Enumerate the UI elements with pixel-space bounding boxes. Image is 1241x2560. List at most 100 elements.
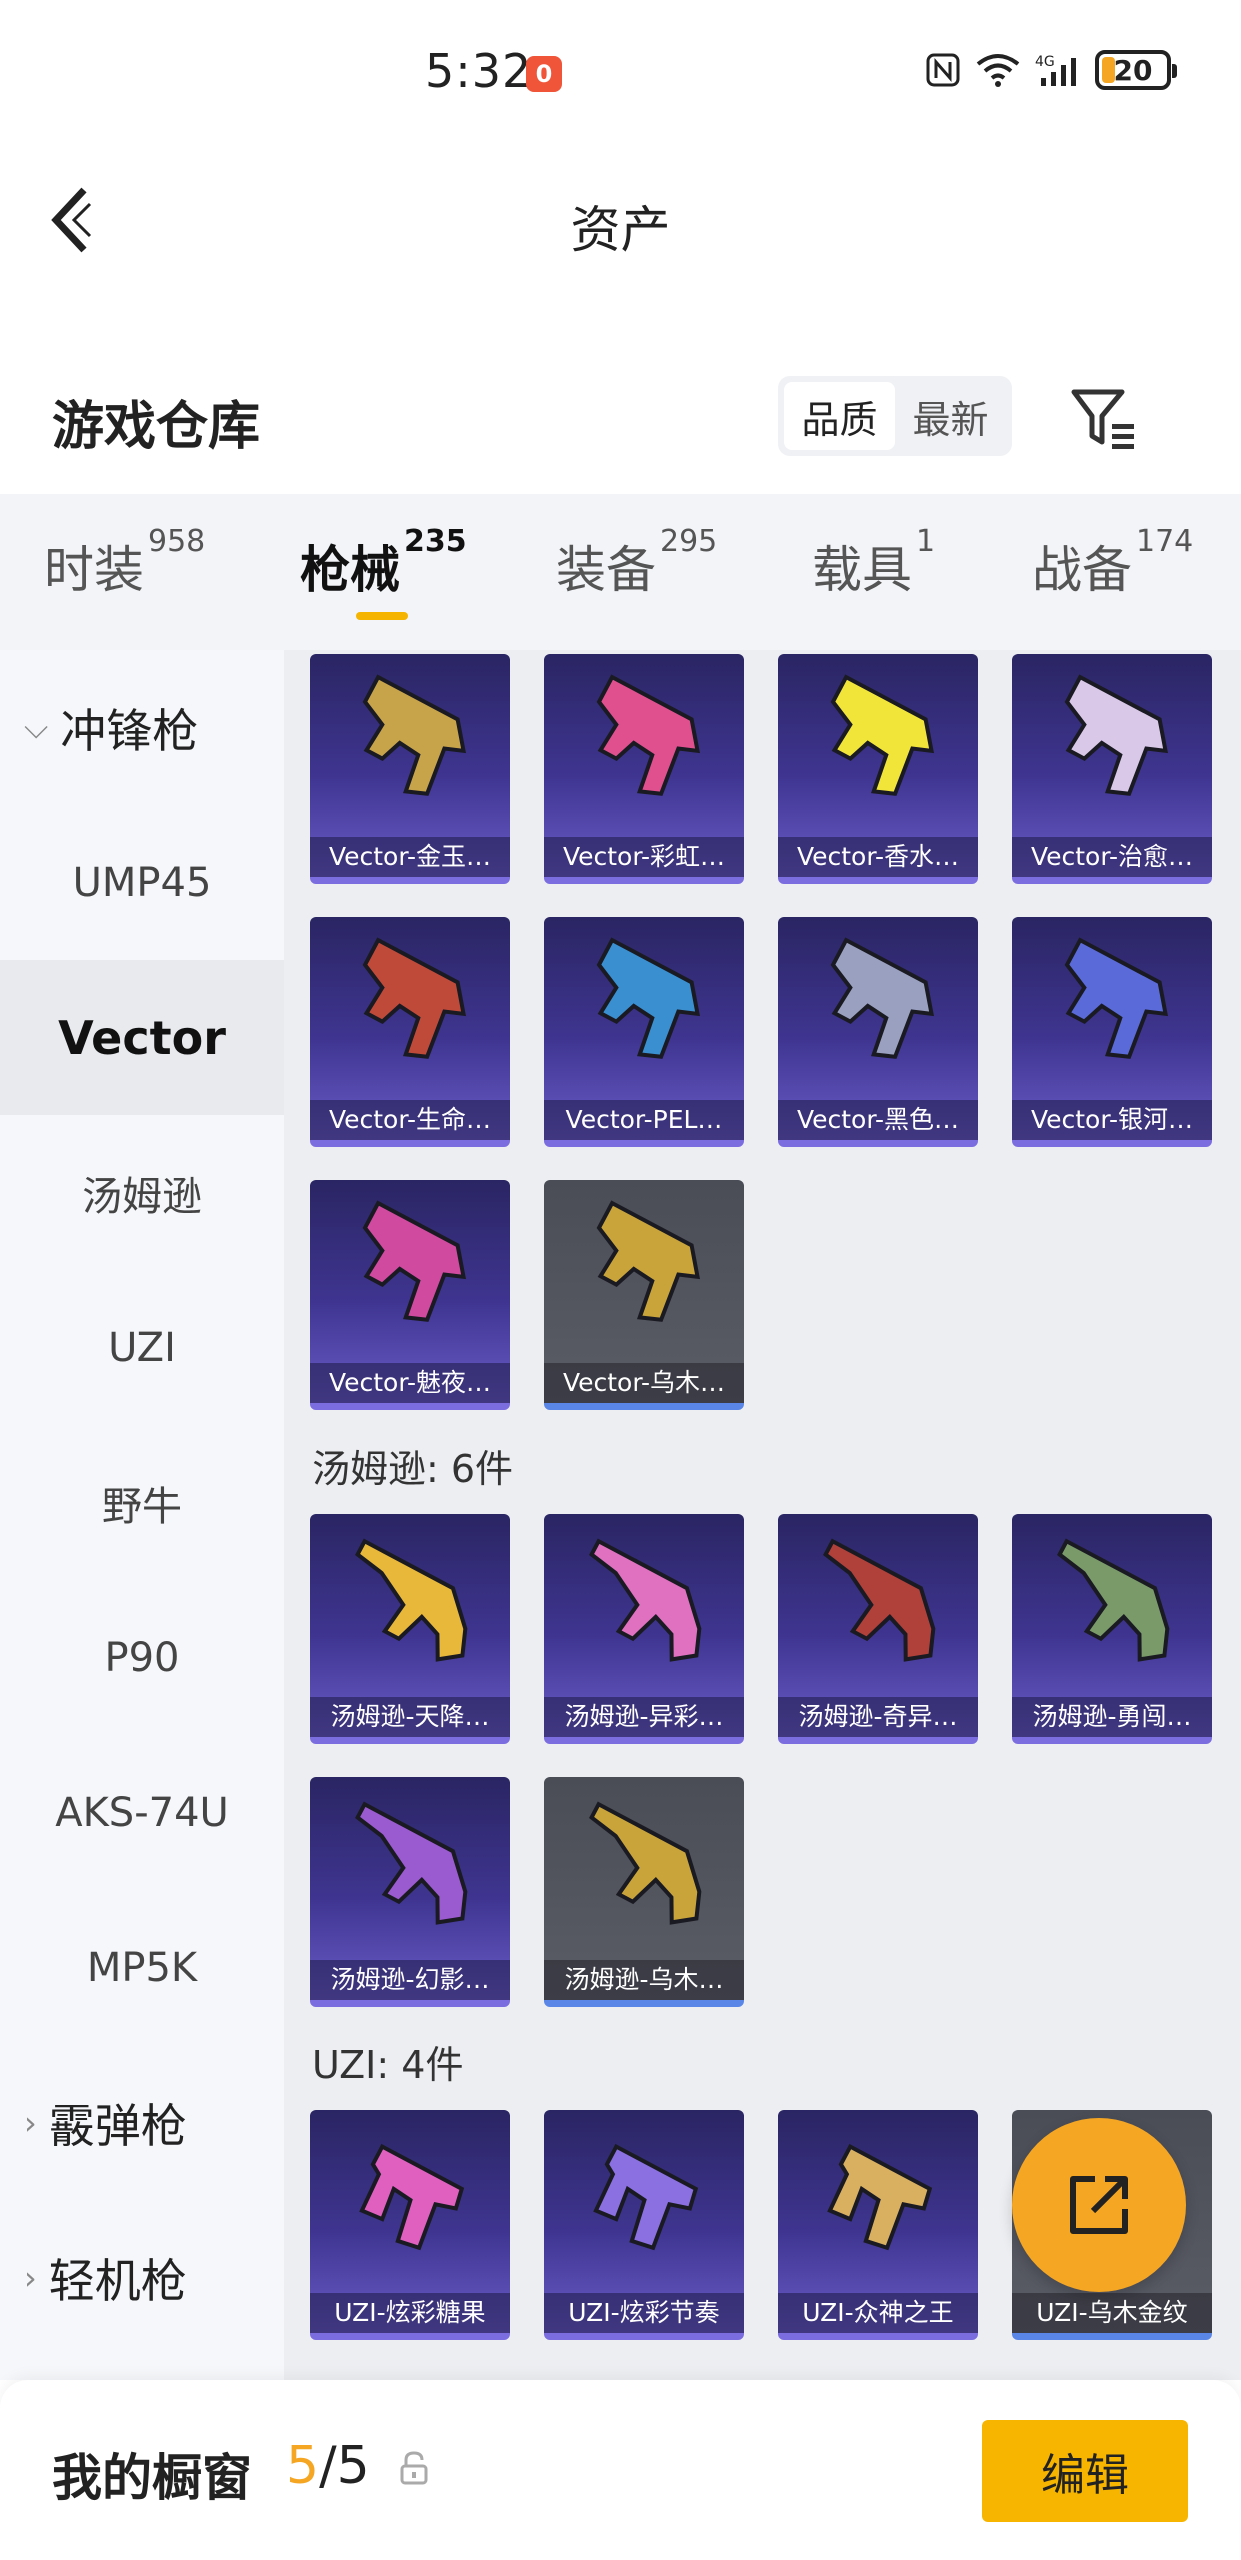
item-card-label: Vector-金玉…: [310, 837, 510, 877]
sidebar-item-mp5k[interactable]: MP5K: [0, 1890, 284, 2045]
sidebar-group-smg[interactable]: ⌵ 冲锋枪: [0, 650, 284, 805]
lock-icon[interactable]: [398, 2450, 430, 2486]
sort-option-quality[interactable]: 品质: [784, 382, 895, 450]
page-title: 资产: [570, 201, 671, 259]
showcase-count-total: 5: [336, 2436, 370, 2496]
item-card[interactable]: 汤姆逊-天降…: [310, 1514, 510, 1744]
filter-button[interactable]: [1068, 384, 1138, 454]
notification-badge: 0: [526, 56, 562, 92]
weapon-skin-image: [596, 937, 701, 1059]
item-card-label: 汤姆逊-天降…: [310, 1697, 510, 1737]
tab-supplies[interactable]: 战备 174: [1032, 524, 1193, 602]
item-card[interactable]: Vector-PEL…: [544, 917, 744, 1147]
app-header: 资产: [0, 140, 1241, 300]
item-card[interactable]: 汤姆逊-幻影…: [310, 1777, 510, 2007]
sidebar-item-thompson[interactable]: 汤姆逊: [0, 1115, 284, 1270]
weapon-skin-image: [362, 937, 467, 1059]
weapon-skin-image: [596, 674, 701, 796]
nfc-icon: [926, 53, 960, 87]
item-card[interactable]: Vector-金玉…: [310, 654, 510, 884]
showcase-count-sep: /: [319, 2436, 337, 2496]
sidebar-group-label: 轻机枪: [48, 2253, 187, 2308]
showcase-count: 5/5: [286, 2436, 370, 2496]
sidebar-group-shotgun[interactable]: › 霰弹枪: [0, 2045, 284, 2200]
signal-icon: 4G: [1035, 54, 1076, 86]
item-card-label: Vector-香水…: [778, 837, 978, 877]
weapon-skin-image: [362, 674, 467, 796]
tab-costume[interactable]: 时装 958: [44, 524, 205, 602]
tab-label: 载具: [812, 541, 912, 599]
warehouse-title: 游戏仓库: [52, 397, 261, 457]
item-card[interactable]: UZI-众神之王: [778, 2110, 978, 2340]
item-card[interactable]: Vector-彩虹…: [544, 654, 744, 884]
chevron-down-icon: ⌵: [24, 708, 49, 746]
item-card-label: Vector-生命…: [310, 1100, 510, 1140]
item-card-label: 汤姆逊-幻影…: [310, 1960, 510, 2000]
weapon-skin-image: [589, 1801, 702, 1925]
item-card[interactable]: 汤姆逊-勇闯…: [1012, 1514, 1212, 1744]
item-card-label: 汤姆逊-勇闯…: [1012, 1697, 1212, 1737]
item-card-label: Vector-PEL…: [544, 1100, 744, 1140]
tab-label: 时装: [44, 541, 144, 599]
filter-icon: [1071, 389, 1134, 449]
sidebar-item-p90[interactable]: P90: [0, 1580, 284, 1735]
item-card[interactable]: UZI-炫彩糖果: [310, 2110, 510, 2340]
chevron-right-icon: ›: [24, 2103, 37, 2142]
edit-button[interactable]: 编辑: [982, 2420, 1188, 2522]
sidebar-item-uzi[interactable]: UZI: [0, 1270, 284, 1425]
sidebar-item-vector[interactable]: Vector: [0, 960, 284, 1115]
weapon-skin-image: [596, 1200, 701, 1322]
tab-firearms[interactable]: 枪械 235: [300, 524, 467, 602]
share-button[interactable]: [1012, 2118, 1186, 2292]
status-icons: 4G 20: [925, 50, 1177, 90]
weapon-skin-image: [355, 1538, 468, 1662]
tab-equipment[interactable]: 装备 295: [556, 524, 717, 602]
sidebar-group-label: 霰弹枪: [48, 2098, 187, 2153]
item-card-label: 汤姆逊-奇异…: [778, 1697, 978, 1737]
weapon-skin-image: [827, 2143, 933, 2251]
item-card[interactable]: Vector-乌木…: [544, 1180, 744, 1410]
tab-label: 战备: [1032, 541, 1132, 599]
item-card[interactable]: Vector-黑色…: [778, 917, 978, 1147]
tab-count: 174: [1136, 524, 1194, 559]
status-bar: 5:32 0 4G 20: [0, 0, 1241, 140]
tab-label: 枪械: [300, 541, 400, 599]
item-card[interactable]: Vector-银河…: [1012, 917, 1212, 1147]
item-card-label: UZI-炫彩节奏: [544, 2293, 744, 2333]
section-title-uzi: UZI: 4件: [312, 2043, 464, 2087]
item-card[interactable]: UZI-炫彩节奏: [544, 2110, 744, 2340]
chevron-right-icon: ›: [24, 2258, 37, 2297]
weapon-skin-image: [593, 2143, 699, 2251]
sort-toggle: 品质 最新: [778, 376, 1012, 456]
warehouse-row: 游戏仓库 品质 最新: [0, 370, 1241, 490]
tab-vehicles[interactable]: 载具 1: [812, 524, 935, 602]
weapon-skin-image: [362, 1200, 467, 1322]
weapon-skin-image: [830, 937, 935, 1059]
weapon-skin-image: [823, 1538, 936, 1662]
item-card-label: Vector-银河…: [1012, 1100, 1212, 1140]
item-card[interactable]: Vector-香水…: [778, 654, 978, 884]
item-card[interactable]: 汤姆逊-奇异…: [778, 1514, 978, 1744]
item-card[interactable]: Vector-魅夜…: [310, 1180, 510, 1410]
sidebar-item-aks74u[interactable]: AKS-74U: [0, 1735, 284, 1890]
showcase-count-current: 5: [286, 2436, 320, 2496]
item-card-label: Vector-黑色…: [778, 1100, 978, 1140]
item-card[interactable]: 汤姆逊-异彩…: [544, 1514, 744, 1744]
sort-option-newest[interactable]: 最新: [895, 382, 1006, 450]
weapon-skin-image: [355, 1801, 468, 1925]
tab-count: 295: [660, 524, 718, 559]
item-card-label: 汤姆逊-异彩…: [544, 1697, 744, 1737]
weapon-skin-image: [1064, 674, 1169, 796]
battery-text: 20: [1113, 53, 1153, 87]
item-card[interactable]: 汤姆逊-乌木…: [544, 1777, 744, 2007]
sidebar-item-bizon[interactable]: 野牛: [0, 1425, 284, 1580]
item-card[interactable]: Vector-治愈…: [1012, 654, 1212, 884]
item-card[interactable]: Vector-生命…: [310, 917, 510, 1147]
battery-indicator: 20: [1095, 50, 1177, 90]
active-tab-indicator: [356, 612, 408, 620]
weapon-skin-image: [830, 674, 935, 796]
sidebar-item-ump45[interactable]: UMP45: [0, 805, 284, 960]
sidebar-group-lmg[interactable]: › 轻机枪: [0, 2200, 284, 2355]
showcase-bar: 我的橱窗 5/5 编辑: [0, 2380, 1241, 2560]
item-card-label: Vector-彩虹…: [544, 837, 744, 877]
